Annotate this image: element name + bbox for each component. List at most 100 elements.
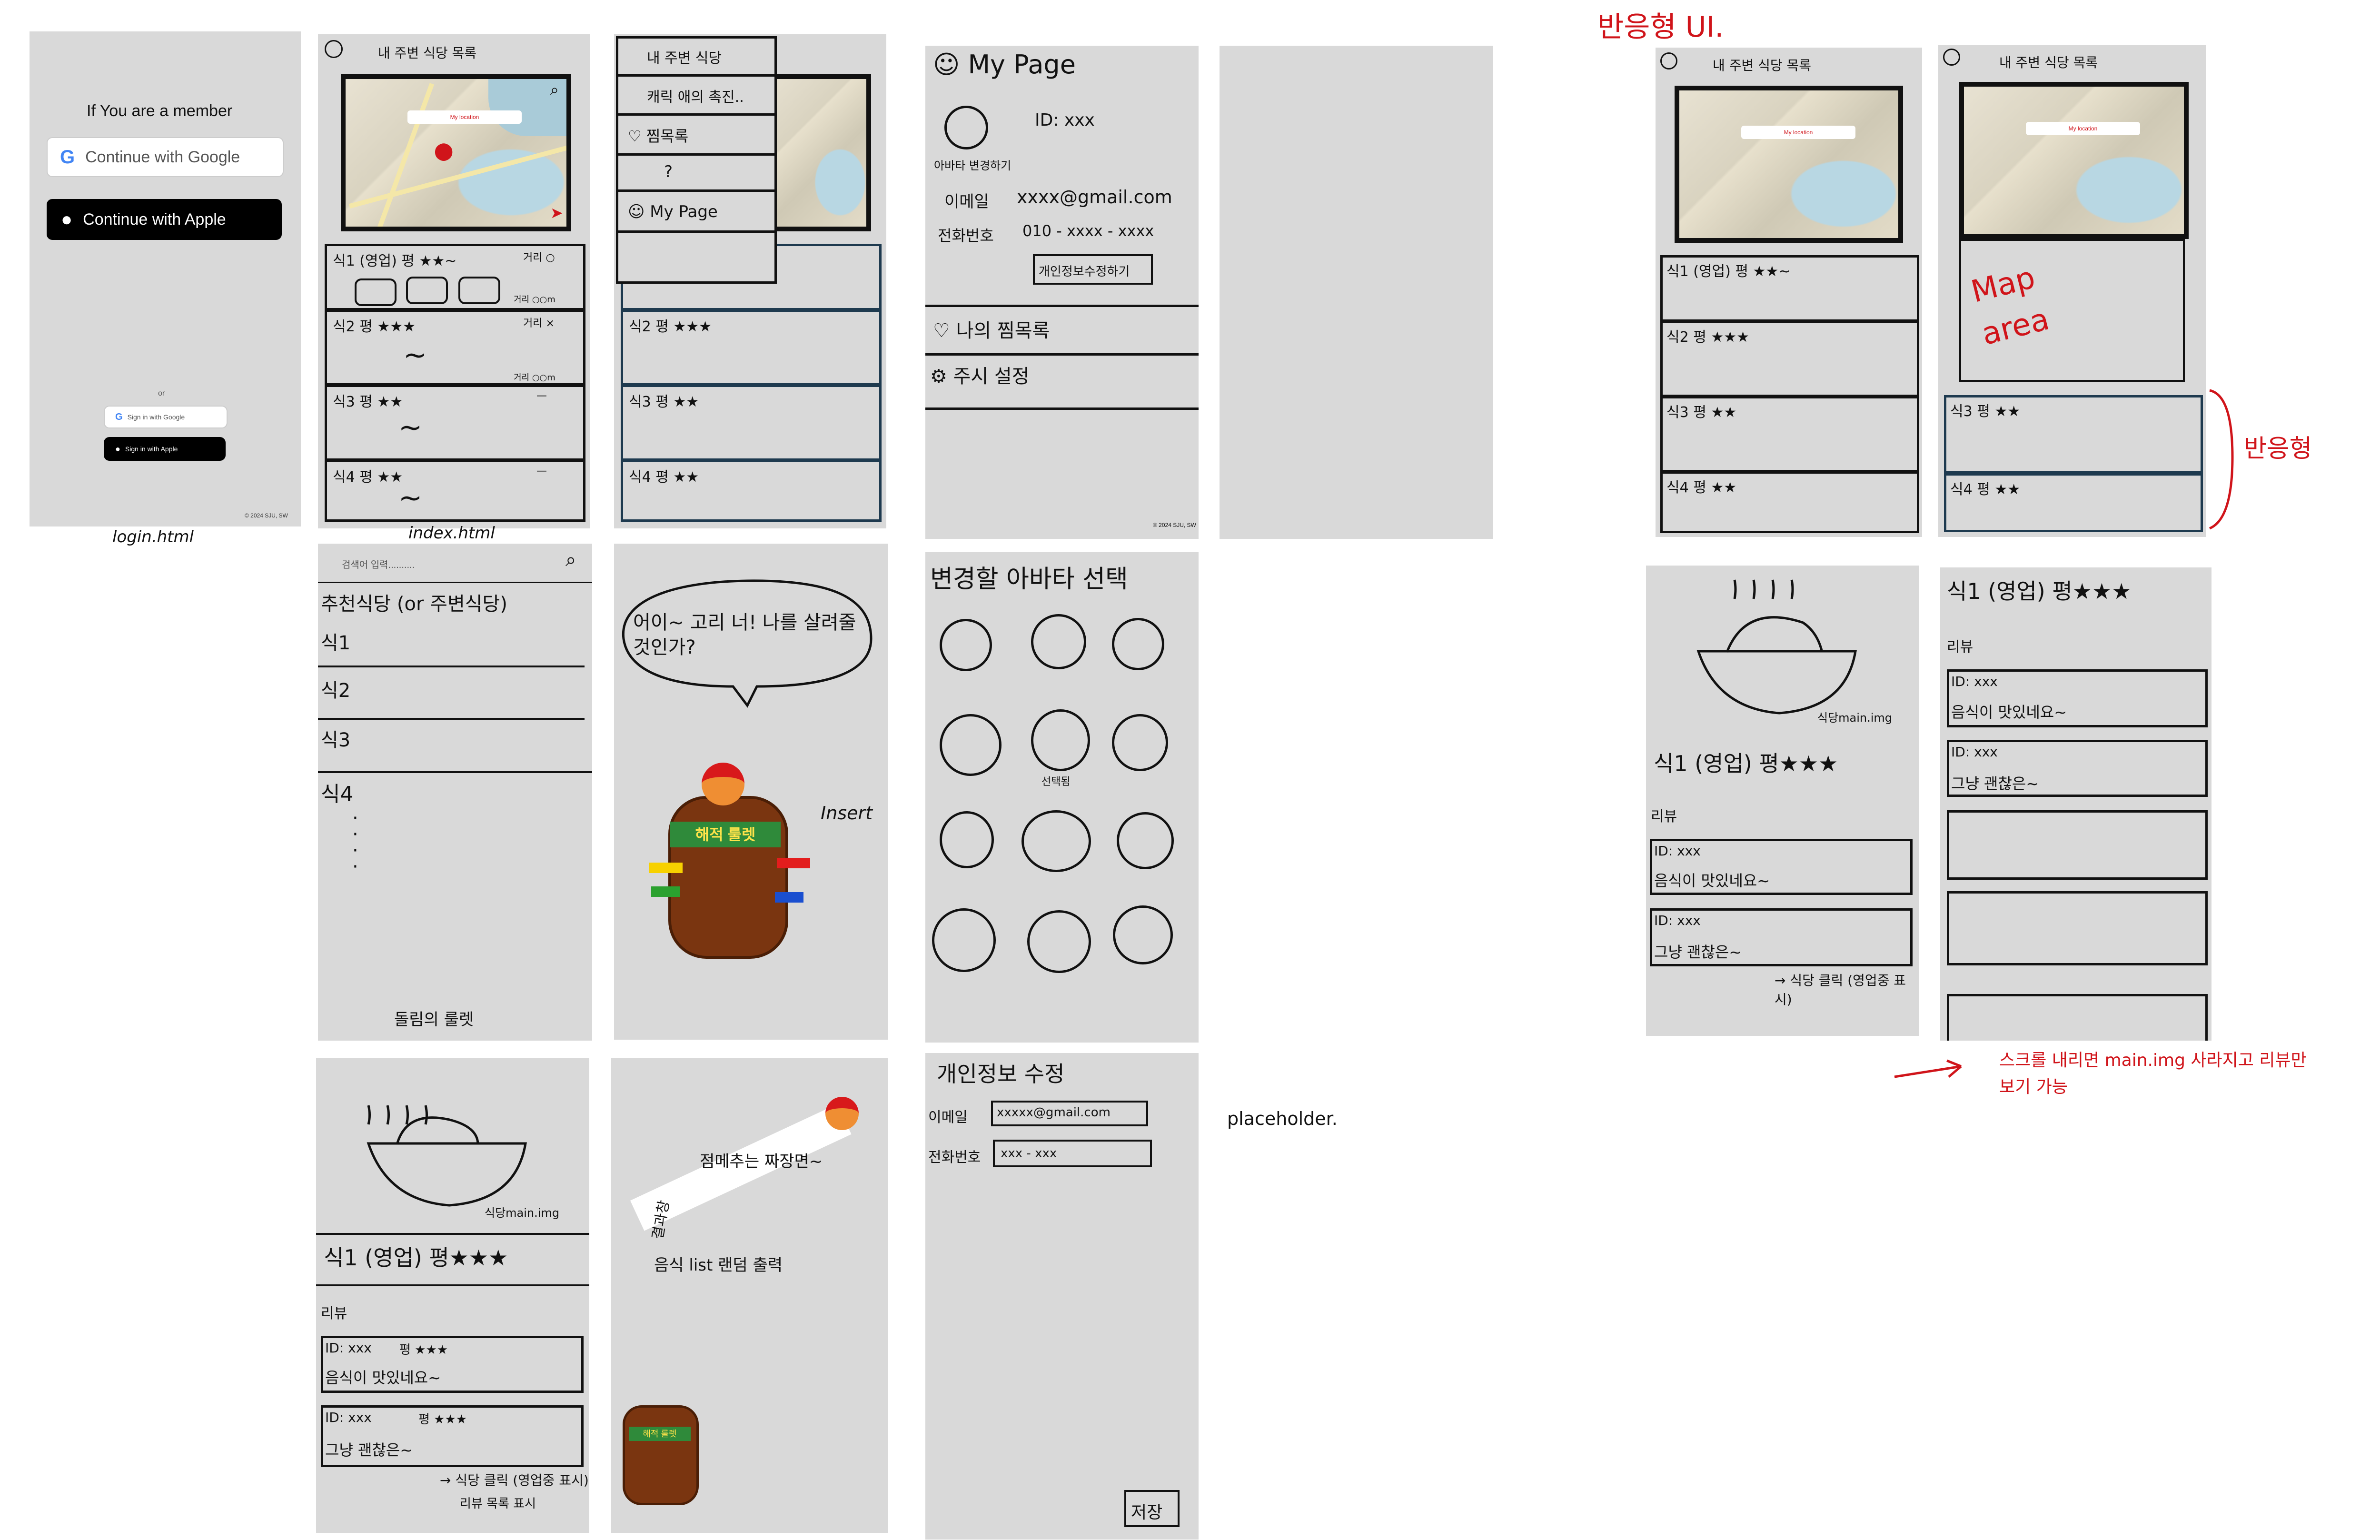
avatar-option-side[interactable] <box>1027 910 1091 973</box>
index-panel: 내 주변 식당 목록 My location ⬤ ⌕ ➤ 식1 (영업) 평 ★… <box>318 34 590 528</box>
search-icon[interactable]: ⌕ <box>550 81 559 99</box>
wishlist-link[interactable]: ♡ 나의 찜목록 <box>933 315 1050 343</box>
sign-in-google-small-button[interactable]: G Sign in with Google <box>104 406 228 428</box>
drawer-item-wishlist[interactable]: ♡ 찜목록 <box>618 116 774 156</box>
row-title: 식2 평 ★★★ <box>1666 329 1750 346</box>
restaurant-row-3[interactable]: 식3 평 ★★ <box>1660 396 1919 472</box>
avatar-option-shy[interactable] <box>940 811 994 868</box>
search-icon[interactable]: ⌕ <box>565 549 576 571</box>
hamburger-menu-icon[interactable] <box>1943 49 1960 66</box>
drawer-item-mypage[interactable]: ☺ My Page <box>618 192 774 233</box>
divider <box>925 353 1199 356</box>
barrel-body <box>668 796 788 959</box>
sign-in-apple-small-button[interactable]: ● Sign in with Apple <box>104 437 226 461</box>
search-result-item[interactable]: 식3 <box>321 725 350 752</box>
restaurant-row-1[interactable]: 식1 (영업) 평 ★★~ <box>1660 255 1919 322</box>
restaurant-row-3[interactable]: 식3 평 ★★ — ~ <box>325 385 585 461</box>
settings-link[interactable]: ⚙ 주시 설정 <box>930 361 1030 388</box>
avatar-option-sad[interactable] <box>1112 618 1164 670</box>
phone-label: 전화번호 <box>928 1149 981 1166</box>
drawer-item-unknown[interactable]: ? <box>618 156 774 192</box>
avatar-option-upset[interactable] <box>1021 810 1091 872</box>
responsive-scrolled-panel: 식1 (영업) 평★★★ 리뷰 ID: xxx 음식이 맛있네요~ ID: xx… <box>1940 567 2211 1041</box>
wishlist-label: 나의 찜목록 <box>956 320 1050 342</box>
recommend-heading: 추천식당 (or 주변식당) <box>321 593 507 615</box>
avatar[interactable] <box>944 106 988 149</box>
map-view[interactable]: My location <box>1675 86 1903 243</box>
search-result-item[interactable]: 식1 <box>321 627 350 655</box>
top-nav[interactable]: 내 주변 식당 목록 <box>378 43 476 62</box>
change-avatar-link[interactable]: 아바타 변경하기 <box>934 156 1011 173</box>
mini-barrel-label: 해적 룰렛 <box>629 1427 691 1441</box>
drawer-item-character[interactable]: 캐릭 애의 촉진.. <box>618 77 774 116</box>
search-result-item[interactable]: 식2 <box>321 675 350 703</box>
phone-value: 010 - xxxx - xxxx <box>1022 222 1154 240</box>
continue-with-apple-button[interactable]: ● Continue with Apple <box>47 199 282 240</box>
save-button[interactable]: 저장 <box>1124 1490 1180 1527</box>
restaurant-row-2[interactable]: 식2 평 ★★★ 거리 × ~ 거리 ○○m <box>325 309 585 386</box>
restaurant-row-4[interactable]: 식4 평 ★★ — ~ <box>325 460 585 522</box>
row-distance: — <box>536 465 547 477</box>
avatar-option-neutral[interactable] <box>940 619 992 671</box>
restaurant-row-3[interactable]: 식3 평 ★★ <box>621 385 882 461</box>
restaurant-row-1[interactable]: 식1 (영업) 평 ★★~ 거리 ○ 거리 ○○m <box>325 244 585 310</box>
phone-field[interactable]: xxx - xxx <box>993 1140 1152 1167</box>
sword-icon <box>649 863 683 873</box>
review-card[interactable]: ID: xxx 평 ★★★ 그냥 괜찮은~ <box>321 1405 584 1467</box>
blank-panel <box>1220 46 1493 539</box>
drawer-item-label: My Page <box>650 202 718 221</box>
avatar-option-calm[interactable] <box>940 714 1002 776</box>
avatar-option-happy[interactable] <box>1031 709 1090 771</box>
avatar-option-surprised[interactable] <box>1117 812 1174 869</box>
search-input[interactable]: 검색어 입력.......... <box>342 557 415 571</box>
restaurant-row-1[interactable]: 식3 평 ★★ <box>1944 395 2203 473</box>
mypage-title: ☺ My Page <box>933 50 1076 79</box>
email-field[interactable]: xxxxx@gmail.com <box>991 1101 1148 1126</box>
roulette-link[interactable]: 돌림의 룰렛 <box>394 1006 474 1030</box>
responsive-title: 반응형 UI. <box>1597 10 1724 44</box>
annotation-note-2: 리뷰 목록 표시 <box>460 1497 536 1511</box>
restaurant-row-4[interactable]: 식4 평 ★★ <box>1660 471 1919 533</box>
review-text: 그냥 괜찮은~ <box>1654 943 1742 961</box>
review-card[interactable]: ID: xxx 음식이 맛있네요~ <box>1947 669 2208 727</box>
restaurant-row-2[interactable]: 식2 평 ★★★ <box>1660 321 1919 397</box>
review-card[interactable]: ID: xxx 그냥 괜찮은~ <box>1650 908 1913 966</box>
review-card[interactable] <box>1947 891 2208 965</box>
avatar-option-laugh[interactable] <box>1112 714 1168 771</box>
drawer-item-nearby[interactable]: 내 주변 식당 <box>618 39 774 77</box>
map-view[interactable]: My location <box>1959 82 2189 239</box>
map-view[interactable]: My location ⬤ ⌕ ➤ <box>341 74 571 231</box>
review-text: 그냥 괜찮은~ <box>325 1441 413 1459</box>
review-id: ID: xxx <box>1654 843 1701 859</box>
review-card[interactable]: ID: xxx 그냥 괜찮은~ <box>1947 740 2208 797</box>
search-result-item[interactable]: 식4 <box>321 777 353 807</box>
game-panel: 어이~ 고리 너! 나를 살려줄 것인가? 해적 룰렛 Insert <box>614 544 888 1040</box>
review-card[interactable]: ID: xxx 평 ★★★ 음식이 맛있네요~ <box>321 1336 584 1393</box>
avatar-option-blank[interactable] <box>1113 905 1173 964</box>
placeholder-note: placeholder. <box>1227 1108 1338 1129</box>
review-card[interactable]: ID: xxx 음식이 맛있네요~ <box>1650 839 1913 895</box>
restaurant-row-2[interactable]: 식2 평 ★★★ <box>621 309 882 386</box>
pirate-barrel-image[interactable]: 해적 룰렛 <box>649 763 810 967</box>
review-card[interactable] <box>1947 994 2208 1041</box>
review-card[interactable] <box>1947 810 2208 880</box>
main-image-caption: 식당main.img <box>1817 711 1893 725</box>
avatar-option-smile[interactable] <box>1031 614 1086 669</box>
edit-profile-button[interactable]: 개인정보수정하기 <box>1033 254 1153 285</box>
top-nav[interactable]: 내 주변 식당 목록 <box>1713 55 1811 74</box>
navigate-arrow-icon[interactable]: ➤ <box>550 204 563 222</box>
hamburger-menu-icon[interactable] <box>1660 52 1677 70</box>
divider <box>316 1233 589 1235</box>
divider <box>318 771 592 773</box>
avatar-option-plain[interactable] <box>932 908 996 972</box>
review-id: ID: xxx <box>325 1410 372 1425</box>
hamburger-menu-icon[interactable] <box>325 40 343 58</box>
top-nav[interactable]: 내 주변 식당 목록 <box>1999 52 2098 71</box>
heart-icon: ♡ <box>933 320 956 342</box>
pirate-head-icon <box>702 763 744 805</box>
restaurant-row-4[interactable]: 식4 평 ★★ <box>621 460 882 522</box>
sword-icon <box>777 858 810 868</box>
continue-with-google-button[interactable]: G Continue with Google <box>47 137 284 177</box>
apple-icon: ● <box>61 209 73 230</box>
restaurant-row-2[interactable]: 식4 평 ★★ <box>1944 473 2203 532</box>
